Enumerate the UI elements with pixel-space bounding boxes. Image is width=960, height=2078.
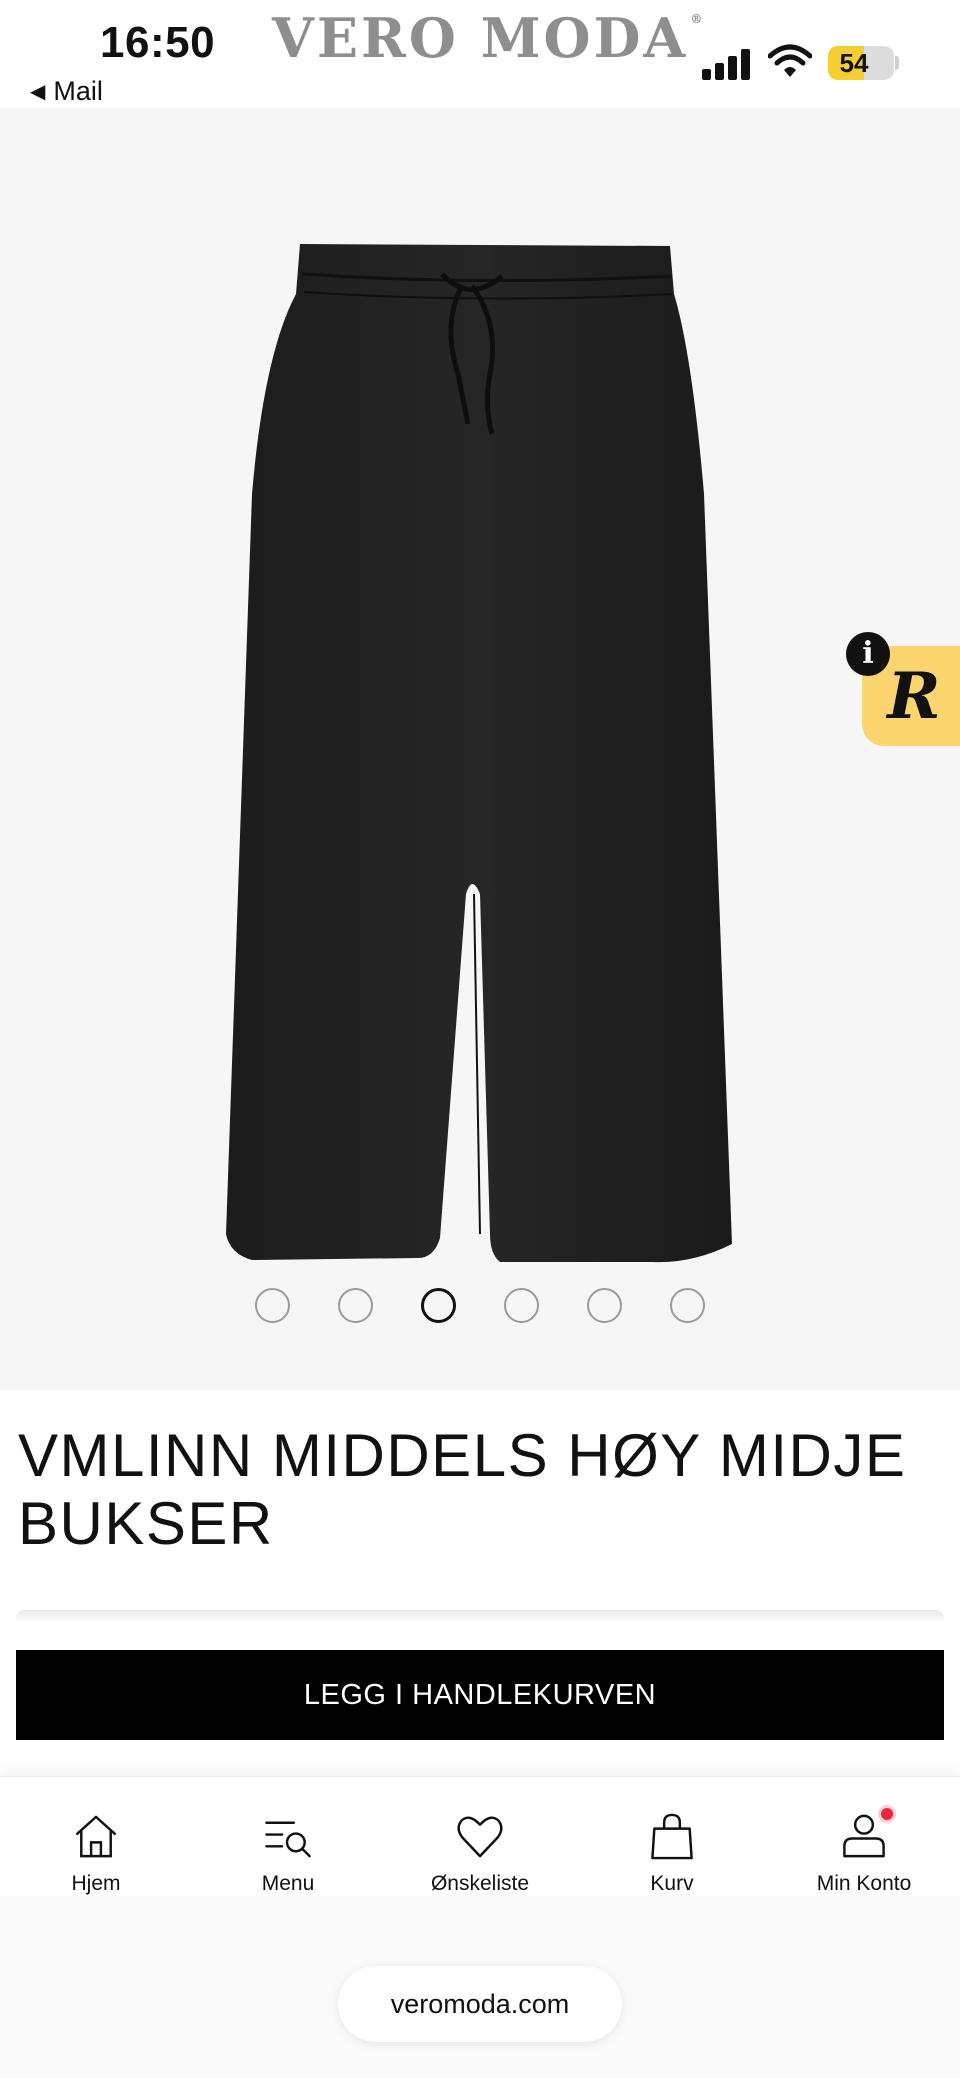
nav-label-home: Hjem: [71, 1872, 121, 1895]
carousel-dot[interactable]: [338, 1288, 373, 1323]
nav-label-account: Min Konto: [816, 1872, 912, 1895]
carousel-dot[interactable]: [421, 1288, 456, 1323]
nav-label-menu: Menu: [261, 1872, 315, 1895]
nav-item-cart[interactable]: Kurv: [576, 1777, 768, 1896]
carousel-dot[interactable]: [255, 1288, 290, 1323]
home-icon: [75, 1815, 117, 1858]
back-to-mail-button[interactable]: ◀ Mail: [30, 76, 103, 107]
nav-item-account[interactable]: Min Konto: [768, 1777, 960, 1896]
cellular-signal-icon: [702, 48, 750, 80]
notification-dot: [878, 1805, 896, 1823]
product-image-carousel[interactable]: [0, 108, 960, 1390]
registered-mark: ®: [690, 12, 706, 26]
nav-item-wishlist[interactable]: Ønskeliste: [384, 1777, 576, 1896]
review-logo-letter: R: [887, 658, 941, 734]
carousel-dots: [0, 1288, 960, 1323]
carousel-dot[interactable]: [670, 1288, 705, 1323]
nav-label-cart: Kurv: [650, 1872, 694, 1895]
nav-item-menu[interactable]: Menu: [192, 1777, 384, 1896]
url-bar[interactable]: veromoda.com: [338, 1966, 622, 2042]
bag-icon: [651, 1813, 693, 1860]
nav-label-wishlist: Ønskeliste: [430, 1872, 530, 1895]
brand-logo[interactable]: VERO MODA ®: [272, 6, 703, 70]
back-arrow-icon: ◀: [30, 81, 46, 103]
bottom-navigation: Hjem Menu Ønskeliste Kurv Min Konto: [0, 1776, 960, 1896]
back-mail-label: Mail: [53, 76, 103, 106]
heart-icon: [457, 1816, 503, 1858]
product-photo-pants: [226, 244, 732, 1263]
status-time: 16:50: [100, 18, 216, 67]
brand-name: VERO MODA: [272, 6, 689, 70]
section-divider: [16, 1610, 944, 1624]
battery-percent: 54: [839, 48, 869, 78]
battery-indicator: 54: [828, 46, 894, 80]
menu-search-icon: [265, 1821, 311, 1858]
carousel-dot[interactable]: [587, 1288, 622, 1323]
nav-item-home[interactable]: Hjem: [0, 1777, 192, 1896]
wifi-icon: [768, 44, 812, 77]
battery-nub: [895, 56, 899, 70]
info-icon[interactable]: i: [846, 632, 890, 676]
carousel-dot[interactable]: [504, 1288, 539, 1323]
product-title: VMLINN MIDDELS HØY MIDJE BUKSER: [18, 1422, 907, 1557]
status-bar: 16:50 ◀ Mail VERO MODA ® 54: [0, 0, 960, 108]
add-to-cart-button[interactable]: LEGG I HANDLEKURVEN: [16, 1650, 944, 1740]
